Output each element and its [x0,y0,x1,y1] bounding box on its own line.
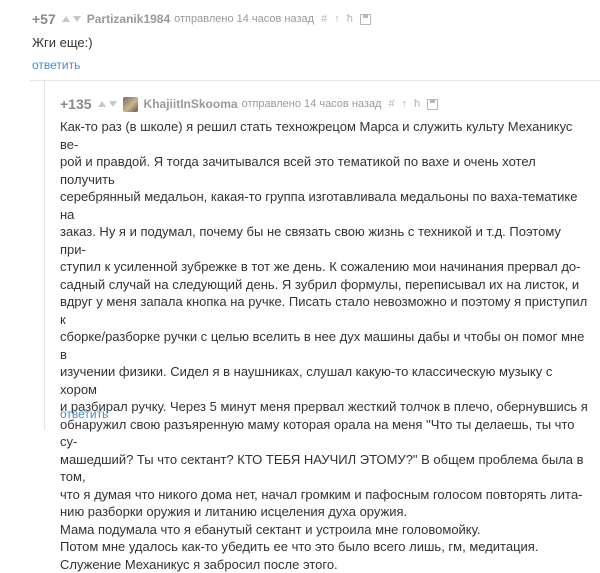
comment-2-line: Мама подумала что я ебанутый сектант и у… [60,521,590,539]
thread-divider [30,80,600,81]
comment-2-line: нию разборки оружия и литанию исцеления … [60,503,590,521]
tree-icon[interactable]: ħ [347,13,353,25]
comment-1: +57 Partizanik1984 отправлено 14 часов н… [0,0,600,80]
comment-2-line: Служение Механикус я забросил после этог… [60,556,590,573]
comment-2-line: садный случай на следующий день. Я зубри… [60,276,590,294]
tree-icon[interactable]: ħ [414,98,420,110]
thread-branch-line [44,80,45,430]
downvote-icon[interactable] [73,16,81,22]
comment-2-line: изучении физики. Сидел я в наушниках, сл… [60,363,590,398]
comment-2-body: Как-то раз (в школе) я решил стать техно… [60,118,590,573]
comment-2-score: +135 [60,96,92,112]
save-icon[interactable] [427,99,438,110]
comment-1-reply-link[interactable]: ответить [32,58,80,72]
upvote-icon[interactable] [98,101,106,107]
pin-icon[interactable]: ↑ [334,13,340,25]
hash-icon[interactable]: # [388,98,394,110]
comment-2-line: что я думая что никого дома нет, начал г… [60,486,590,504]
comment-2-line: вдруг у меня запала кнопка на ручке. Пис… [60,293,590,328]
comment-2-line: серебрянный медальон, какая-то группа из… [60,188,590,223]
comment-2-header: +135 KhajiitInSkooma отправлено 14 часов… [60,96,438,112]
comment-1-score: +57 [32,11,56,27]
comment-2-line: машедший? Ты что сектант? КТО ТЕБЯ НАУЧИ… [60,451,590,486]
comment-2: +135 KhajiitInSkooma отправлено 14 часов… [46,90,600,430]
comment-2-line: ступил к усиленной зубрежке в тот же ден… [60,258,590,276]
comment-1-author[interactable]: Partizanik1984 [87,12,170,26]
pin-icon[interactable]: ↑ [402,98,408,110]
comment-2-author[interactable]: KhajiitInSkooma [144,97,238,111]
comment-2-line: обнаружил свою разъяренную маму которая … [60,416,590,451]
comment-1-text: Жги еще:) [32,34,93,52]
comment-2-line: заказ. Ну я и подумал, почему бы не связ… [60,223,590,258]
hash-icon[interactable]: # [321,13,327,25]
comment-2-line: рой и правдой. Я тогда зачитывался всей … [60,153,590,188]
save-icon[interactable] [360,14,371,25]
comment-2-reply-link[interactable]: ответить [60,407,108,421]
comment-2-line: Потом мне удалось как-то убедить ее что … [60,538,590,556]
upvote-icon[interactable] [62,16,70,22]
avatar[interactable] [123,97,138,112]
downvote-icon[interactable] [109,101,117,107]
comment-2-line: и разбирал ручку. Через 5 минут меня пре… [60,398,590,416]
comment-2-line: Как-то раз (в школе) я решил стать техно… [60,118,590,153]
comment-1-timestamp: отправлено 14 часов назад [174,13,314,25]
comment-1-header: +57 Partizanik1984 отправлено 14 часов н… [32,11,371,27]
comment-2-timestamp: отправлено 14 часов назад [242,98,382,110]
comment-2-line: сборке/разборке ручки с целью вселить в … [60,328,590,363]
